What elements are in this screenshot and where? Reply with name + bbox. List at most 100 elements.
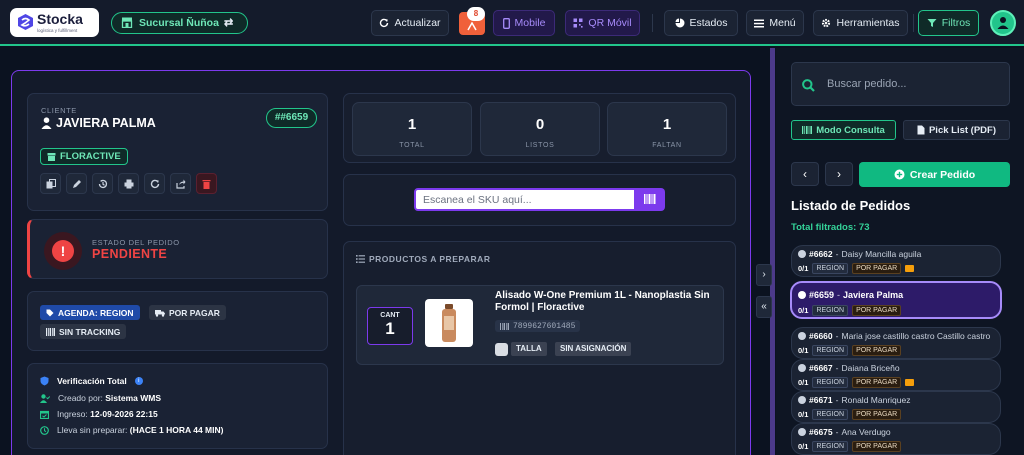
copy-button[interactable]	[40, 173, 61, 194]
order-number: #6675	[809, 427, 833, 437]
stat-total-value: 1	[407, 116, 417, 133]
quantity-value: 1	[385, 319, 395, 338]
consult-mode-button[interactable]: Modo Consulta	[791, 120, 896, 140]
size-tag: TALLA	[511, 342, 547, 356]
order-info-card: Verificación Total i Creado por: Sistema…	[27, 363, 328, 449]
client-name: JAVIERA PALMA	[41, 116, 156, 130]
delete-button[interactable]	[196, 173, 217, 194]
order-list-item-selected[interactable]: #6659 - Javiera Palma 0/1 REGION POR PAGAR	[790, 281, 1002, 319]
expand-panel-button[interactable]: ›	[756, 264, 772, 286]
create-order-button[interactable]: Crear Pedido	[859, 162, 1010, 187]
quantity-label: CANT	[380, 312, 400, 319]
products-card: PRODUCTOS A PREPARAR CANT 1 Alisado W-On…	[343, 241, 736, 455]
info-icon[interactable]: i	[134, 377, 143, 385]
history-button[interactable]	[92, 173, 113, 194]
branch-selector[interactable]: Sucursal Ñuñoa ⇄	[111, 12, 248, 34]
collapse-sidebar-button[interactable]: «	[756, 296, 772, 318]
order-list-item[interactable]: #6671 - Ronald Manriquez 0/1 REGION POR PA…	[791, 391, 1001, 423]
client-name-text: JAVIERA PALMA	[56, 116, 156, 130]
order-number: #6660	[809, 331, 833, 341]
created-by-label: Creado por:	[58, 393, 103, 403]
filters-button[interactable]: Filtros	[918, 10, 979, 36]
order-payment-tag: POR PAGAR	[852, 345, 902, 356]
pick-list-button[interactable]: Pick List (PDF)	[903, 120, 1010, 140]
status-label: ESTADO DEL PEDIDO	[92, 238, 180, 247]
barcode-icon	[46, 327, 55, 336]
store-icon	[121, 17, 133, 28]
order-region-tag: REGION	[812, 263, 849, 274]
order-status-dot	[798, 396, 806, 404]
order-detail-panel: CLIENTE JAVIERA PALMA ##6659 FLORACTIVE …	[11, 70, 751, 455]
history-icon	[98, 179, 107, 188]
mobile-button[interactable]: Mobile	[493, 10, 555, 36]
bell-icon	[467, 22, 477, 31]
order-number: #6662	[809, 249, 833, 259]
notifications-button[interactable]: 8	[459, 7, 485, 35]
order-customer: Ana Verdugo	[841, 427, 891, 437]
menu-button[interactable]: Menú	[746, 10, 804, 36]
scan-button[interactable]	[636, 188, 665, 211]
edit-button[interactable]	[66, 173, 87, 194]
panel-splitter[interactable]	[770, 48, 775, 455]
entry-row: Ingreso: 12-09-2026 22:15	[40, 409, 158, 419]
truck-icon	[155, 309, 165, 317]
order-payment-tag: POR PAGAR	[852, 263, 902, 274]
tools-label: Herramientas	[836, 17, 900, 29]
order-region-tag: REGION	[812, 345, 849, 356]
barcode-icon	[644, 194, 656, 204]
user-check-icon	[40, 393, 50, 403]
order-list-item[interactable]: #6660 - Maria jose castillo castro Casti…	[791, 327, 1001, 359]
stat-total-label: TOTAL	[399, 142, 425, 149]
payment-label: POR PAGAR	[169, 307, 220, 318]
print-button[interactable]	[118, 173, 139, 194]
create-order-label: Crear Pedido	[909, 168, 976, 181]
orders-total-filtered: Total filtrados: 73	[791, 222, 870, 233]
product-name: Alisado W-One Premium 1L - Nanoplastia S…	[495, 290, 710, 313]
shield-icon	[40, 376, 49, 386]
next-page-button[interactable]: ›	[825, 162, 853, 186]
order-status-dot	[798, 364, 806, 372]
qr-label: QR Móvil	[588, 17, 632, 29]
product-checkbox[interactable]	[495, 343, 508, 356]
divider	[913, 14, 914, 32]
product-item[interactable]: CANT 1 Alisado W-One Premium 1L - Nanopl…	[356, 285, 724, 365]
prev-page-button[interactable]: ‹	[791, 162, 819, 186]
tags-card: AGENDA: REGION POR PAGAR SIN TRACKING	[27, 291, 328, 351]
pie-chart-icon	[675, 18, 685, 28]
refresh-button[interactable]: Actualizar	[371, 10, 449, 36]
order-list-item[interactable]: #6662 - Daisy Mancilla aguila 0/1 REGION P…	[791, 245, 1001, 277]
pencil-icon	[72, 179, 81, 188]
agenda-label: AGENDA: REGION	[58, 307, 134, 318]
tools-button[interactable]: Herramientas	[813, 10, 908, 36]
qr-mobile-button[interactable]: QR Móvil	[565, 10, 640, 36]
progress-stats: 1 TOTAL 0 LISTOS 1 FALTAN	[343, 93, 736, 163]
client-label: CLIENTE	[41, 106, 77, 115]
user-avatar[interactable]	[990, 10, 1016, 36]
order-list-item[interactable]: #6675 - Ana Verdugo 0/1 REGION POR PAGAR	[791, 423, 1001, 455]
order-number: #6671	[809, 395, 833, 405]
order-number: #6659	[809, 290, 835, 300]
order-qty: 0/1	[798, 346, 809, 355]
created-by-row: Creado por: Sistema WMS	[40, 393, 161, 403]
plus-circle-icon	[894, 169, 905, 180]
sku-scan-card: Escanea el SKU aquí...	[343, 174, 736, 226]
reload-button[interactable]	[144, 173, 165, 194]
redo-icon	[150, 179, 159, 188]
switch-icon: ⇄	[224, 17, 234, 29]
consult-mode-label: Modo Consulta	[816, 124, 885, 136]
verification-label: Verificación Total	[57, 376, 127, 386]
order-list-item[interactable]: #6667 - Daiana Briceño 0/1 REGION POR PAGA…	[791, 359, 1001, 391]
order-customer: Daisy Mancilla aguila	[841, 249, 922, 259]
alert-icon: !	[44, 232, 82, 270]
waiting-value: (HACE 1 HORA 44 MIN)	[129, 425, 224, 435]
share-button[interactable]	[170, 173, 191, 194]
mobile-icon	[502, 17, 510, 29]
order-region-tag: REGION	[812, 305, 849, 316]
product-sku: 7899627601485	[495, 320, 581, 332]
branch-name: Sucursal Ñuñoa	[139, 17, 219, 29]
stocka-logo[interactable]: Stocka logística y fulfillment	[10, 8, 99, 37]
sku-scan-input[interactable]: Escanea el SKU aquí...	[414, 188, 636, 211]
barcode-icon	[802, 126, 813, 134]
order-search-input[interactable]: Buscar pedido...	[791, 62, 1010, 106]
states-button[interactable]: Estados	[664, 10, 738, 36]
